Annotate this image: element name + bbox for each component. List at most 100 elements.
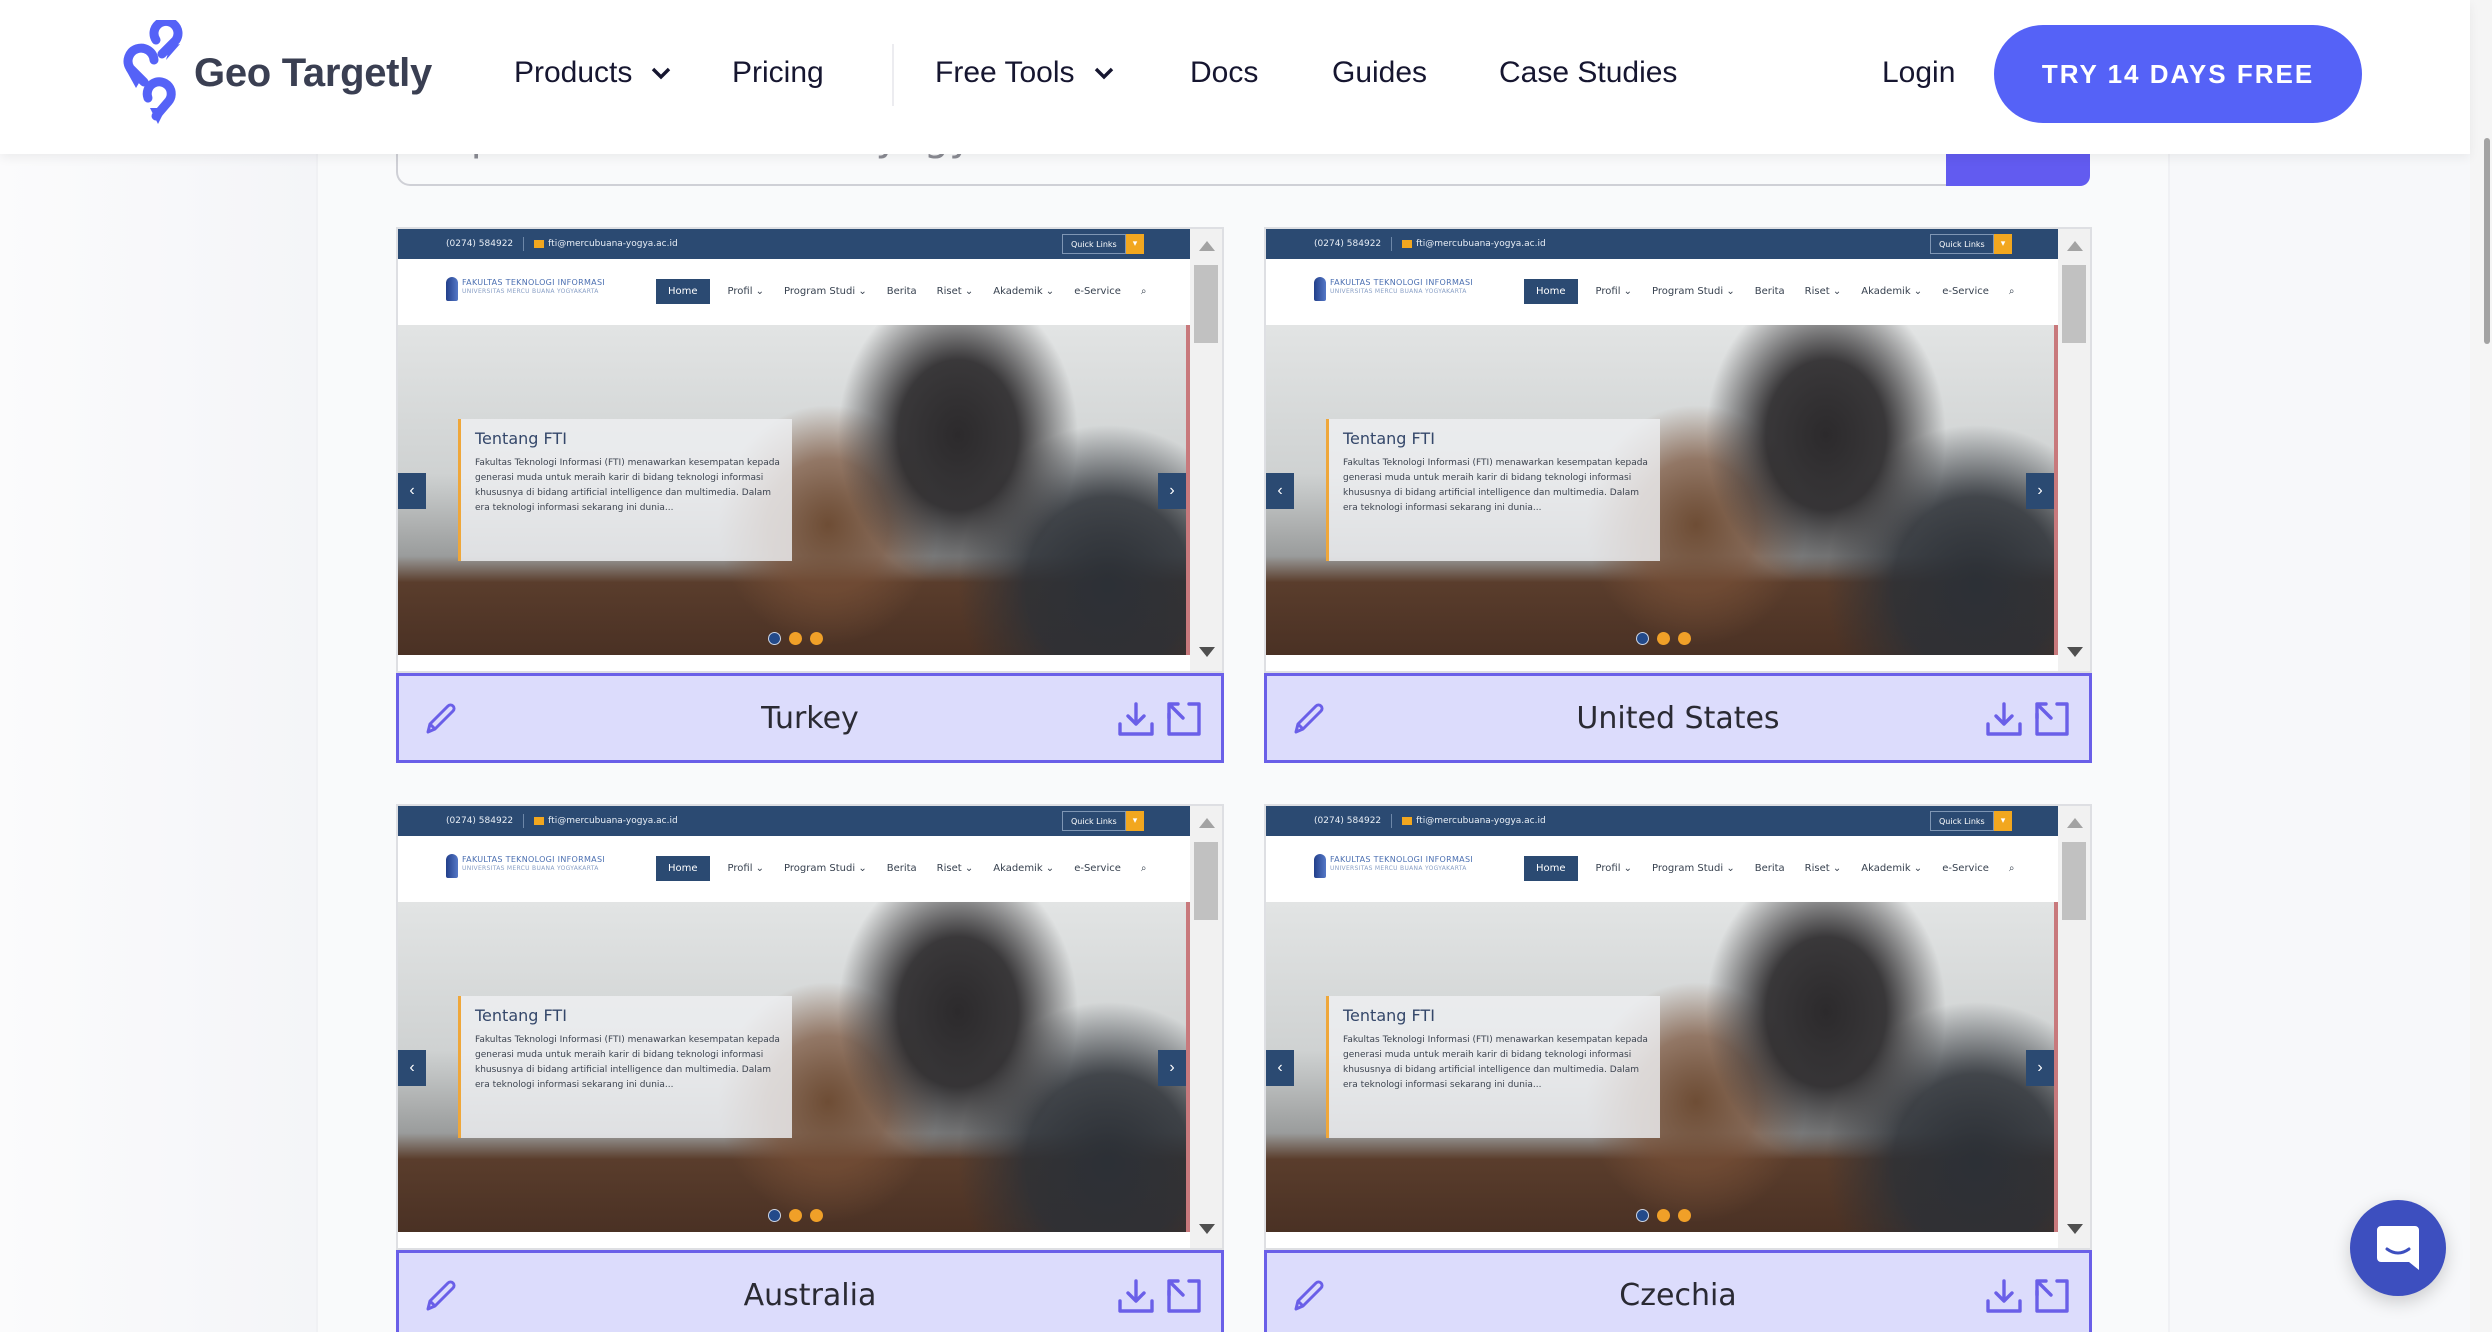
nav-products[interactable]: Products: [514, 56, 672, 90]
preview-nav-eservice[interactable]: e-Service: [1074, 286, 1121, 297]
slide-dot[interactable]: [768, 632, 781, 645]
preview-scrollbar[interactable]: [1190, 229, 1222, 671]
caret-down-icon[interactable]: ▾: [1994, 234, 2012, 254]
preview-nav-home[interactable]: Home: [1524, 856, 1578, 881]
chevron-right-icon[interactable]: ›: [2026, 473, 2054, 509]
expand-icon[interactable]: [2031, 1275, 2073, 1317]
download-icon[interactable]: [1983, 698, 2025, 740]
preview-nav-eservice[interactable]: e-Service: [1074, 863, 1121, 874]
preview-nav-home[interactable]: Home: [656, 279, 710, 304]
caret-down-icon[interactable]: ▾: [1126, 811, 1144, 831]
expand-icon[interactable]: [1163, 1275, 1205, 1317]
scroll-up-icon[interactable]: [2067, 818, 2083, 828]
chevron-left-icon[interactable]: ‹: [1266, 1050, 1294, 1086]
search-icon[interactable]: ⌕: [2009, 286, 2015, 297]
preview-scroll-thumb[interactable]: [1194, 842, 1218, 920]
expand-icon[interactable]: [1163, 698, 1205, 740]
preview-nav-akademik[interactable]: Akademik ⌄: [993, 863, 1054, 874]
preview-nav-program-studi[interactable]: Program Studi ⌄: [1652, 863, 1735, 874]
preview-scrollbar[interactable]: [1190, 806, 1222, 1248]
preview-scrollbar[interactable]: [2058, 229, 2090, 671]
scroll-down-icon[interactable]: [2067, 647, 2083, 657]
preview-scroll-thumb[interactable]: [2062, 265, 2086, 343]
preview-nav-riset[interactable]: Riset ⌄: [937, 286, 974, 297]
preview-nav-berita[interactable]: Berita: [887, 286, 917, 297]
search-icon[interactable]: ⌕: [1141, 286, 1147, 297]
page-scroll-thumb[interactable]: [2484, 138, 2490, 344]
slide-dot[interactable]: [789, 1209, 802, 1222]
pencil-icon[interactable]: [419, 1275, 461, 1317]
preview-scroll-thumb[interactable]: [1194, 265, 1218, 343]
slide-dot[interactable]: [810, 632, 823, 645]
page-scrollbar[interactable]: [2470, 0, 2492, 1332]
preview-nav-akademik[interactable]: Akademik ⌄: [993, 286, 1054, 297]
download-icon[interactable]: [1115, 698, 1157, 740]
preview-scrollbar[interactable]: [2058, 806, 2090, 1248]
preview-quick-links[interactable]: Quick Links: [1930, 234, 1994, 254]
try-free-button[interactable]: TRY 14 DAYS FREE: [1994, 25, 2362, 123]
preview-scroll-thumb[interactable]: [2062, 842, 2086, 920]
preview-quick-links[interactable]: Quick Links: [1062, 234, 1126, 254]
preview-nav-riset[interactable]: Riset ⌄: [1805, 286, 1842, 297]
scroll-up-icon[interactable]: [2067, 241, 2083, 251]
website-preview[interactable]: (0274) 584922 fti@mercubuana-yogya.ac.id…: [396, 227, 1224, 673]
chat-button[interactable]: [2350, 1200, 2446, 1296]
preview-nav-home[interactable]: Home: [1524, 279, 1578, 304]
preview-quick-links[interactable]: Quick Links: [1930, 811, 1994, 831]
preview-nav-profil[interactable]: Profil ⌄: [728, 286, 765, 297]
website-preview[interactable]: (0274) 584922 fti@mercubuana-yogya.ac.id…: [396, 804, 1224, 1250]
slide-dot[interactable]: [1678, 1209, 1691, 1222]
nav-pricing[interactable]: Pricing: [732, 56, 824, 90]
chevron-left-icon[interactable]: ‹: [398, 1050, 426, 1086]
caret-down-icon[interactable]: ▾: [1994, 811, 2012, 831]
preview-nav-berita[interactable]: Berita: [887, 863, 917, 874]
search-icon[interactable]: ⌕: [2009, 863, 2015, 874]
scroll-up-icon[interactable]: [1199, 241, 1215, 251]
preview-nav-eservice[interactable]: e-Service: [1942, 863, 1989, 874]
chevron-right-icon[interactable]: ›: [1158, 1050, 1186, 1086]
preview-nav-akademik[interactable]: Akademik ⌄: [1861, 286, 1922, 297]
pencil-icon[interactable]: [1287, 698, 1329, 740]
preview-nav-program-studi[interactable]: Program Studi ⌄: [1652, 286, 1735, 297]
caret-down-icon[interactable]: ▾: [1126, 234, 1144, 254]
pencil-icon[interactable]: [419, 698, 461, 740]
chevron-left-icon[interactable]: ‹: [1266, 473, 1294, 509]
website-preview[interactable]: (0274) 584922 fti@mercubuana-yogya.ac.id…: [1264, 804, 2092, 1250]
slide-dot[interactable]: [1657, 1209, 1670, 1222]
download-icon[interactable]: [1115, 1275, 1157, 1317]
nav-free-tools[interactable]: Free Tools: [935, 56, 1115, 90]
preview-nav-eservice[interactable]: e-Service: [1942, 286, 1989, 297]
preview-nav-berita[interactable]: Berita: [1755, 863, 1785, 874]
preview-nav-home[interactable]: Home: [656, 856, 710, 881]
website-preview[interactable]: (0274) 584922 fti@mercubuana-yogya.ac.id…: [1264, 227, 2092, 673]
scroll-down-icon[interactable]: [1199, 1224, 1215, 1234]
slide-dot[interactable]: [789, 632, 802, 645]
slide-dot[interactable]: [1657, 632, 1670, 645]
slide-dot[interactable]: [1636, 1209, 1649, 1222]
nav-case-studies[interactable]: Case Studies: [1499, 56, 1677, 90]
search-icon[interactable]: ⌕: [1141, 863, 1147, 874]
login-link[interactable]: Login: [1882, 56, 1955, 90]
expand-icon[interactable]: [2031, 698, 2073, 740]
download-icon[interactable]: [1983, 1275, 2025, 1317]
nav-docs[interactable]: Docs: [1190, 56, 1258, 90]
preview-nav-riset[interactable]: Riset ⌄: [937, 863, 974, 874]
slide-dot[interactable]: [1678, 632, 1691, 645]
slide-dot[interactable]: [768, 1209, 781, 1222]
brand-logo[interactable]: Geo Targetly: [122, 20, 432, 126]
preview-nav-riset[interactable]: Riset ⌄: [1805, 863, 1842, 874]
preview-nav-profil[interactable]: Profil ⌄: [728, 863, 765, 874]
nav-guides[interactable]: Guides: [1332, 56, 1427, 90]
preview-nav-profil[interactable]: Profil ⌄: [1596, 286, 1633, 297]
chevron-right-icon[interactable]: ›: [1158, 473, 1186, 509]
scroll-up-icon[interactable]: [1199, 818, 1215, 828]
slide-dot[interactable]: [810, 1209, 823, 1222]
preview-nav-akademik[interactable]: Akademik ⌄: [1861, 863, 1922, 874]
preview-quick-links[interactable]: Quick Links: [1062, 811, 1126, 831]
slide-dot[interactable]: [1636, 632, 1649, 645]
preview-nav-program-studi[interactable]: Program Studi ⌄: [784, 286, 867, 297]
scroll-down-icon[interactable]: [1199, 647, 1215, 657]
preview-nav-profil[interactable]: Profil ⌄: [1596, 863, 1633, 874]
pencil-icon[interactable]: [1287, 1275, 1329, 1317]
chevron-right-icon[interactable]: ›: [2026, 1050, 2054, 1086]
